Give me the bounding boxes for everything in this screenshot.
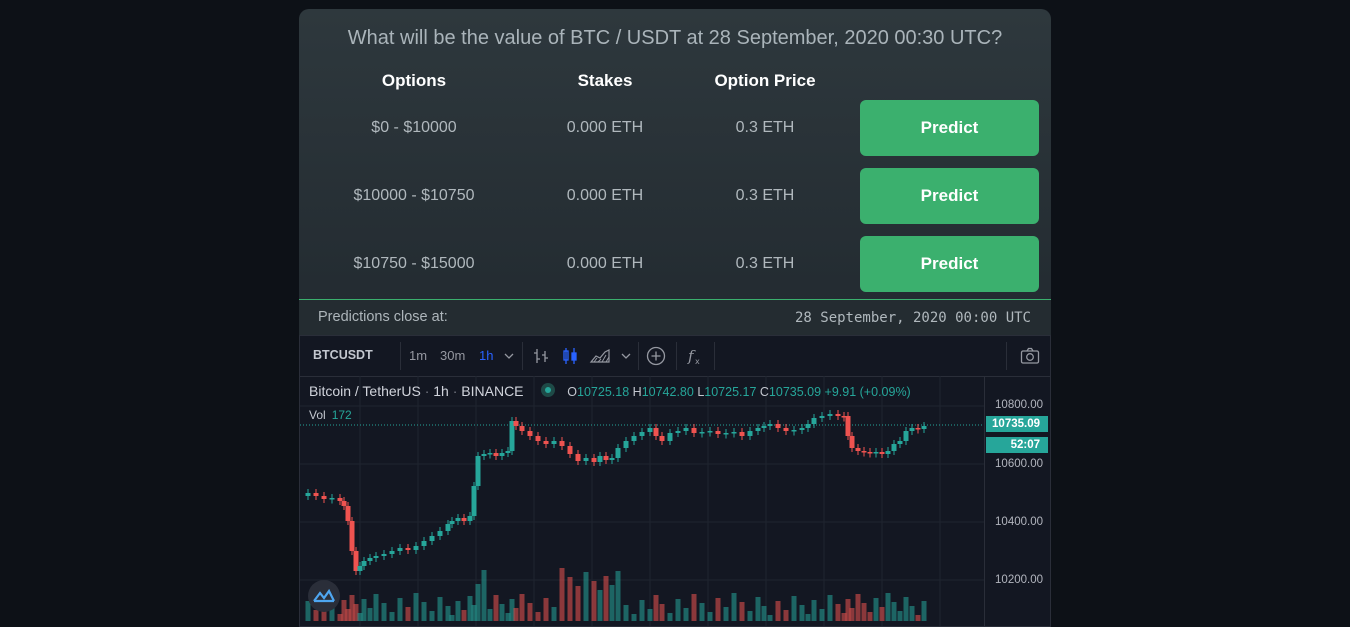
symbol-title: Bitcoin / TetherUS (309, 383, 421, 399)
price-tick: 10600.00 (995, 458, 1043, 470)
predict-button[interactable]: Predict (860, 100, 1039, 156)
price-axis[interactable]: 10800.00 10600.00 10400.00 10200.00 (984, 376, 1050, 626)
legend-exchange: BINANCE (461, 383, 524, 399)
close-time: 28 September, 2020 00:00 UTC (794, 310, 1031, 326)
predictions-close-row: Predictions close at: 28 September, 2020… (299, 299, 1051, 336)
last-price-label: 10735.09 (986, 416, 1048, 432)
price-tick: 10200.00 (995, 574, 1043, 586)
prediction-card: What will be the value of BTC / USDT at … (299, 9, 1051, 336)
option-range: $10750 - $15000 (353, 255, 475, 272)
price-tick: 10400.00 (995, 516, 1043, 528)
price-chart-canvas[interactable] (300, 336, 1050, 626)
legend-interval: 1h (433, 383, 449, 399)
bar-countdown-label: 52:07 (986, 437, 1048, 453)
option-price: 0.3 ETH (735, 119, 795, 136)
chart-legend: Bitcoin / TetherUS · 1h · BINANCE O10725… (309, 383, 911, 399)
option-range: $0 - $10000 (371, 119, 457, 136)
header-option-price: Option Price (714, 71, 816, 90)
tradingview-chart[interactable]: BTCUSDT 1m 30m 1h f x Bitcoin / TetherUS… (299, 335, 1051, 627)
prediction-question: What will be the value of BTC / USDT at … (347, 27, 1003, 49)
header-options: Options (381, 71, 447, 90)
tradingview-logo-icon[interactable] (308, 580, 340, 612)
option-price: 0.3 ETH (735, 255, 795, 272)
close-label: Predictions close at: (318, 309, 448, 325)
volume-legend: Vol 172 (309, 408, 352, 422)
price-tick: 10800.00 (995, 399, 1043, 411)
predict-button[interactable]: Predict (860, 236, 1039, 292)
predict-button[interactable]: Predict (860, 168, 1039, 224)
market-status-dot (541, 383, 556, 398)
ohlc-values: O10725.18 H10742.80 L10725.17 C10735.09 … (567, 385, 911, 399)
option-price: 0.3 ETH (735, 187, 795, 204)
option-range: $10000 - $10750 (353, 187, 475, 204)
